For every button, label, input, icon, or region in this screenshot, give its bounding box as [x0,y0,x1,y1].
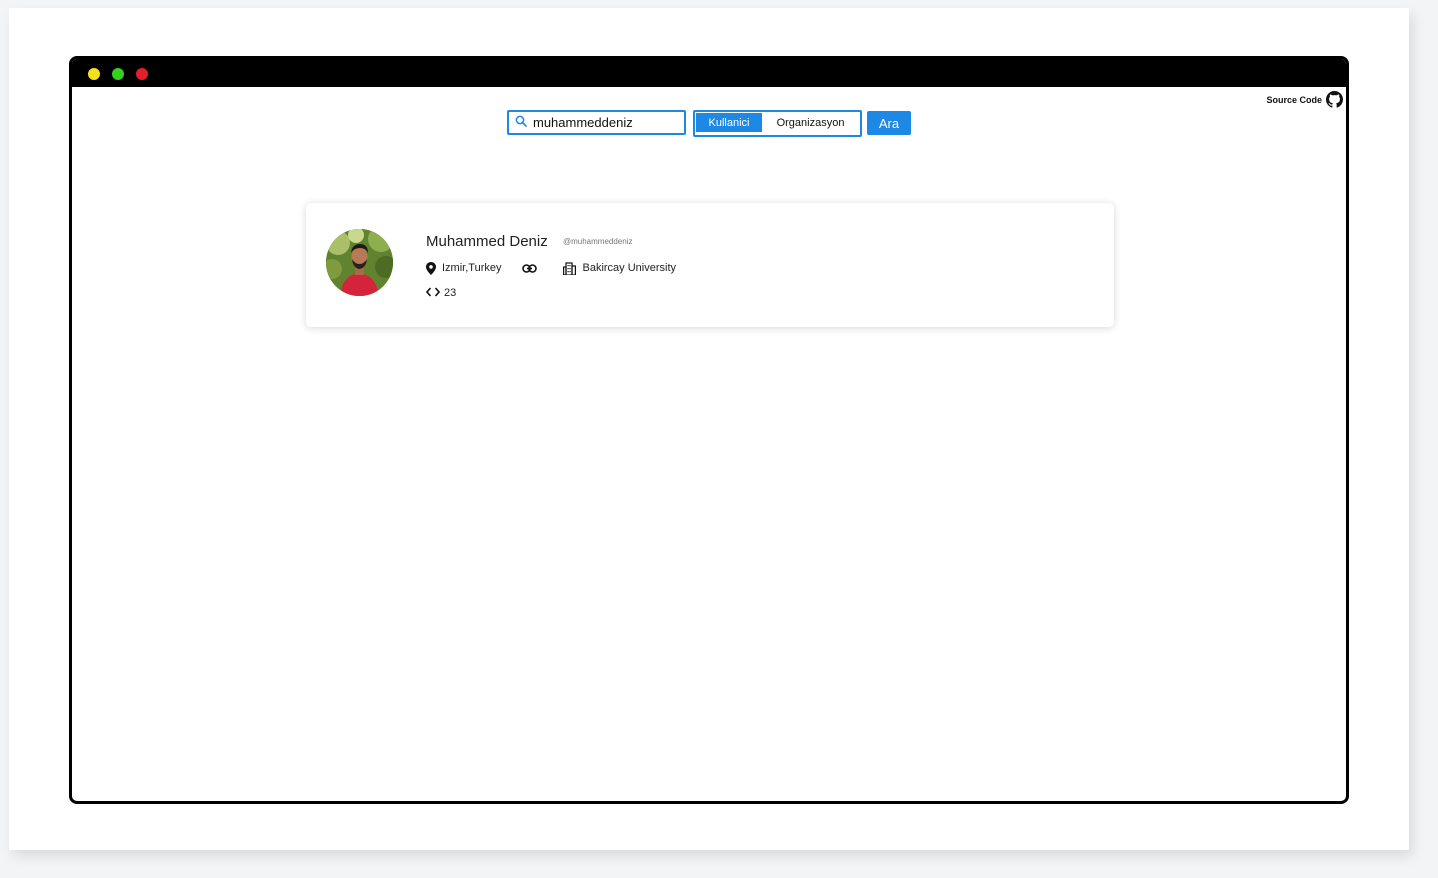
github-icon [1326,91,1343,108]
user-repo-count: 23 [444,287,457,299]
avatar [326,229,393,296]
window-close-button[interactable] [136,68,148,80]
toggle-option-organization[interactable]: Organizasyon [762,113,859,132]
code-icon [425,286,441,300]
source-code-label: Source Code [1266,94,1322,105]
user-company: Bakircay University [582,262,677,274]
user-type-toggle: Kullanici Organizasyon [693,110,862,137]
search-input[interactable] [533,115,673,130]
app-window: Source Code Kullanici Organizasyon Ara [69,56,1349,804]
search-icon [509,114,533,132]
source-code-link[interactable]: Source Code [1266,91,1343,108]
user-name: Muhammed Deniz [426,233,548,250]
building-icon [562,261,576,275]
map-pin-icon [426,261,436,275]
link-icon[interactable] [521,263,537,273]
user-repos-row: 23 [425,286,457,300]
toggle-option-user[interactable]: Kullanici [696,113,762,132]
user-handle[interactable]: @muhammeddeniz [563,237,632,246]
window-minimize-button[interactable] [88,68,100,80]
search-button[interactable]: Ara [867,111,911,135]
user-meta-row: Izmir,Turkey Bakircay University [426,260,676,276]
window-titlebar [72,59,1346,87]
search-field[interactable] [507,110,686,135]
user-location: Izmir,Turkey [442,262,502,274]
window-maximize-button[interactable] [112,68,124,80]
user-profile-card[interactable]: Muhammed Deniz @muhammeddeniz Izmir,Turk… [306,203,1114,327]
